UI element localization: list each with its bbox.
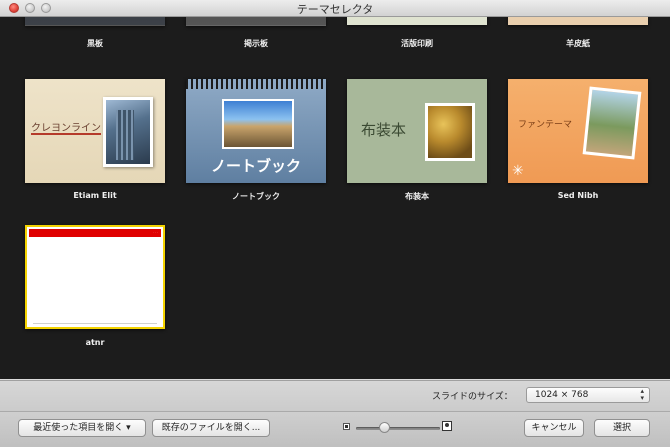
- action-bar: 最近使った項目を開く ▾ 既存のファイルを開く... キャンセル 選択: [0, 411, 670, 447]
- window-title: テーマセレクタ: [296, 3, 374, 16]
- open-recent-button[interactable]: 最近使った項目を開く ▾: [18, 419, 146, 437]
- theme-label: 活版印刷: [401, 39, 433, 48]
- theme-thumbnail-selected: · · · — — — — — —: [25, 225, 165, 329]
- thumbnail-title: 布装本: [361, 121, 407, 139]
- scooter-photo: [582, 86, 642, 160]
- theme-thumbnail: ファンテーマ ✳: [508, 79, 648, 183]
- large-thumbnail-icon: [442, 421, 452, 431]
- theme-label: Etiam Elit: [73, 191, 117, 200]
- theme-label: 羊皮紙: [566, 39, 590, 48]
- theme-browser[interactable]: 黒板 掲示板 活版印刷 羊皮紙 クレヨンライン Etiam Elit ノートブッ…: [0, 17, 670, 379]
- theme-thumbnail: 布装本: [347, 79, 487, 183]
- theme-selector-window: テーマセレクタ 黒板 掲示板 活版印刷 羊皮紙 クレヨンライン Etiam El…: [0, 0, 670, 447]
- star-icon: ✳: [512, 163, 524, 179]
- zoom-slider[interactable]: [356, 427, 440, 430]
- header-bar: · · ·: [29, 229, 161, 237]
- theme-thumbnail: ノートブック: [186, 79, 326, 183]
- title-bar: テーマセレクタ: [0, 0, 670, 17]
- theme-thumbnail: [508, 17, 648, 25]
- choose-button[interactable]: 選択: [594, 419, 650, 437]
- size-bar: スライドのサイズ： 1024 × 768 ▴ ▾: [0, 380, 670, 411]
- zoom-slider-knob[interactable]: [379, 422, 390, 433]
- theme-label: Sed Nibh: [557, 191, 599, 200]
- slide-size-select[interactable]: 1024 × 768 ▴ ▾: [526, 387, 650, 403]
- road-photo: [222, 99, 294, 149]
- theme-label: atnr: [85, 338, 105, 347]
- thumbnail-title: ノートブック: [210, 157, 301, 175]
- theme-label: ノートブック: [232, 192, 280, 201]
- theme-label: 布装本: [405, 192, 429, 201]
- theme-label: 黒板: [87, 39, 103, 48]
- thumbnail-title: ファンテーマ: [518, 120, 573, 130]
- slide-size-value: 1024 × 768: [535, 390, 589, 400]
- cancel-button[interactable]: キャンセル: [524, 419, 584, 437]
- theme-thumbnail: クレヨンライン: [25, 79, 165, 183]
- building-photo: [103, 97, 153, 167]
- open-existing-file-button[interactable]: 既存のファイルを開く...: [152, 419, 270, 437]
- slide-size-label: スライドのサイズ：: [432, 392, 513, 402]
- theme-thumbnail: [347, 17, 487, 25]
- small-thumbnail-icon: [343, 423, 350, 430]
- up-down-arrows-icon: ▴ ▾: [640, 387, 644, 402]
- spiral-binding: [186, 79, 326, 89]
- theme-thumbnail: [25, 17, 165, 26]
- theme-label: 掲示板: [244, 39, 268, 48]
- theme-thumbnail: [186, 17, 326, 26]
- coins-photo: [425, 103, 475, 161]
- thumbnail-title: クレヨンライン: [31, 123, 101, 134]
